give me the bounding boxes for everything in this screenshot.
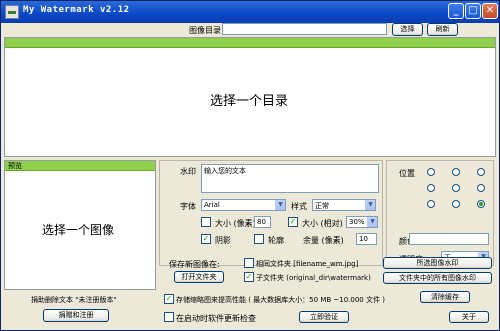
clear-cache-button[interactable]: 清除缓存 [420,291,470,303]
color-input[interactable] [409,233,489,245]
browse-button[interactable]: 选择 [392,23,423,36]
watermark-label: 水印 [180,167,196,176]
style-value: 正常 [315,202,329,210]
size-rel-select[interactable]: 30% ▼ [346,216,378,228]
thumbnail-header [5,38,495,48]
donate-button[interactable]: 捐赠和注册 [43,309,109,322]
update-check-label: 在启动时软件更新检查 [176,314,256,323]
size-px-label: 大小 (像素) [215,219,256,228]
same-folder-label: 相同文件夹 [filename_wm.jpg] [256,260,359,268]
chevron-down-icon: ▼ [367,217,377,227]
margin-label: 余量 (像素) [303,236,344,245]
position-radio-r0-c1[interactable] [452,168,460,176]
watermark-selected-button[interactable]: 所选图像水印 [383,257,492,269]
size-px-input[interactable]: 80 [254,216,271,228]
app-icon [5,5,19,19]
font-value: Arial [204,201,220,209]
watermark-text-input[interactable]: 输入您的文本 [201,164,379,193]
preview-panel[interactable]: 预览 选择一个图像 [4,160,156,290]
size-px-checkbox[interactable] [201,217,211,227]
shadow-label: 阴影 [215,236,231,245]
thumbnail-area[interactable]: 选择一个目录 [4,37,496,157]
client-area: 图像目录 选择 刷新 选择一个目录 预览 选择一个图像 捐助删除文本 "未注册版… [3,23,497,328]
style-label: 样式 [291,202,307,211]
same-folder-checkbox[interactable] [244,258,254,268]
about-button[interactable]: 关于 [449,311,489,323]
position-radio-r2-c1[interactable] [452,200,460,208]
style-select[interactable]: 正常 ▼ [312,199,376,211]
preview-header-bar [5,161,155,171]
watermark-all-button[interactable]: 文件夹中的所有图像水印 [383,272,492,284]
font-select[interactable]: Arial ▼ [201,199,286,211]
cache-label: 存储缩略图来提高性能 ( 最大数据库大小：50 MB ~10.000 文件 ) [176,296,385,304]
position-radio-r1-c1[interactable] [452,184,460,192]
validate-button[interactable]: 立即验证 [299,311,349,323]
window-title: My Watermark v2.12 [23,5,130,15]
position-radio-r0-c0[interactable] [427,168,435,176]
outline-label: 轮廓 [268,236,284,245]
position-radio-r1-c0[interactable] [427,184,435,192]
outline-checkbox[interactable] [254,234,264,244]
thumbnail-placeholder: 选择一个目录 [210,94,289,109]
refresh-button[interactable]: 刷新 [427,23,458,36]
update-check-checkbox[interactable] [164,312,174,322]
close-button[interactable]: ✕ [482,3,498,19]
subfolder-label: 子文件夹 (original_dir\watermark) [256,274,371,282]
directory-label: 图像目录 [189,26,221,35]
subfolder-checkbox[interactable]: ✓ [244,272,254,282]
margin-input[interactable]: 10 [356,233,377,245]
title-bar[interactable]: My Watermark v2.12 _ □ ✕ [1,1,499,23]
preview-placeholder: 选择一个图像 [42,223,115,237]
position-radio-r2-c2[interactable] [477,200,485,208]
maximize-button[interactable]: □ [465,3,481,19]
position-radio-r2-c0[interactable] [427,200,435,208]
shadow-checkbox[interactable]: ✓ [201,234,211,244]
donate-text: 捐助删除文本 "未注册版本" [31,296,117,304]
position-label: 位置 [399,169,415,178]
position-radio-r1-c2[interactable] [477,184,485,192]
minimize-button[interactable]: _ [448,3,464,19]
position-radio-r0-c2[interactable] [477,168,485,176]
size-rel-label: 大小 (相对) [302,219,343,228]
chevron-down-icon: ▼ [365,200,375,210]
directory-input[interactable] [222,23,387,35]
position-group: 位置 颜色 透明度 无 ▼ [386,160,494,266]
size-rel-value: 30% [349,218,365,226]
open-folder-button[interactable]: 打开文件夹 [174,271,224,283]
preview-header: 预览 [8,162,22,170]
save-label: 保存新图像在: [169,260,220,269]
font-label: 字体 [180,202,196,211]
text-settings-group: 水印 输入您的文本 字体 Arial ▼ 样式 正常 ▼ 大小 (像素) 80 … [159,160,383,266]
app-window: My Watermark v2.12 _ □ ✕ 图像目录 选择 刷新 选择一个… [0,0,500,331]
cache-checkbox[interactable]: ✓ [164,294,174,304]
chevron-down-icon: ▼ [275,200,285,210]
size-rel-checkbox[interactable]: ✓ [288,217,298,227]
